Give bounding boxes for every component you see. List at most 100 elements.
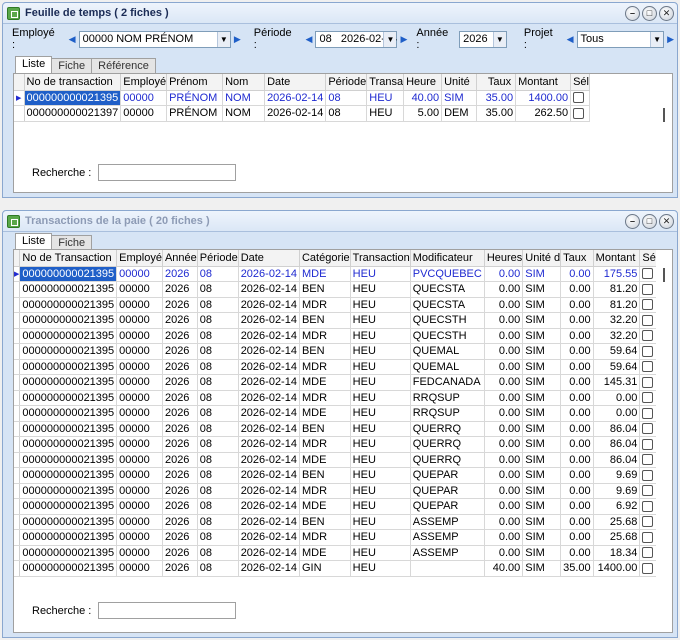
table-cell[interactable]: BEN [299,281,351,298]
table-cell[interactable]: 9.69 [593,467,641,484]
table-cell[interactable]: 59.64 [593,359,641,375]
column-header[interactable]: Taux [560,250,594,267]
tab-liste[interactable]: Liste [15,233,53,250]
table-cell[interactable]: 00000 [116,312,163,329]
table-cell[interactable]: 0.00 [484,529,524,546]
table-cell[interactable]: 00000 [116,514,163,530]
table-cell[interactable]: 000000000021395 [19,514,118,530]
table-row[interactable]: 000000000021395 00000 2026 08 2026-02-14 BEN H… [14,467,660,484]
table-row[interactable]: 000000000021395 00000 2026 08 2026-02-14 MDR H… [14,297,660,313]
table-cell[interactable]: 08 [197,328,239,344]
periode-combo[interactable]: 08 2026-02-14 ▼ [315,30,398,48]
table-cell[interactable]: QUERRQ [410,436,485,453]
table-cell[interactable]: NOM [222,105,266,122]
table-cell[interactable]: 00000 [120,105,168,122]
table-cell[interactable]: 2026-02-14 [238,421,300,437]
table-cell[interactable]: GIN [299,560,351,577]
table-cell[interactable]: HEU [350,421,411,437]
table-row[interactable]: 000000000021395 00000 2026 08 2026-02-14 BEN H… [14,281,660,298]
table-cell[interactable]: MDE [299,374,351,391]
table-cell[interactable]: SIM [522,281,562,298]
table-cell[interactable]: 00000 [116,359,163,375]
column-header[interactable]: Catégorie [299,250,351,267]
select-checkbox[interactable] [642,283,654,295]
table-cell[interactable]: 2026-02-14 [238,498,300,515]
table-cell[interactable]: 08 [197,545,239,561]
table-row[interactable]: 000000000021395 00000 2026 08 2026-02-14 MDR H… [14,390,660,406]
table-cell[interactable]: SIM [441,90,478,106]
table-cell[interactable]: 08 [197,436,239,453]
table-cell[interactable]: 59.64 [593,343,641,360]
table-cell[interactable]: 2026 [162,390,198,406]
table-cell[interactable]: SIM [522,545,562,561]
table-cell[interactable]: 2026 [162,374,198,391]
table-cell[interactable]: HEU [350,328,411,344]
chevron-down-icon[interactable]: ▼ [216,31,230,47]
maximize-icon[interactable]: □ [642,214,657,229]
table-cell[interactable]: 000000000021395 [19,266,118,282]
column-header[interactable]: Transaction [350,250,411,267]
table-cell[interactable]: 08 [197,421,239,437]
table-cell[interactable]: 08 [325,90,368,106]
table-cell[interactable]: 2026-02-14 [238,312,300,329]
table-cell[interactable]: 2026 [162,560,198,577]
table-cell[interactable]: 000000000021395 [19,297,118,313]
employe-next-arrow-icon[interactable]: ▶ [234,34,241,45]
table-cell[interactable] [410,560,485,577]
table-cell[interactable]: 81.20 [593,297,641,313]
table-row[interactable]: 000000000021395 00000 2026 08 2026-02-14 MDR H… [14,436,660,453]
table-cell[interactable]: 1400.00 [515,90,572,106]
select-checkbox[interactable] [642,547,654,559]
table-cell[interactable]: SIM [522,374,562,391]
table-cell[interactable]: MDE [299,266,351,282]
table-cell[interactable]: HEU [350,483,411,499]
table-cell[interactable]: FEDCANADA [410,374,485,391]
table-row[interactable]: ▶ 000000000021395 00000 PRÉNOM NOM 2026-02-14… [14,90,590,106]
table-cell[interactable]: 2026 [162,483,198,499]
close-icon[interactable]: ✕ [659,6,674,21]
select-checkbox[interactable] [573,107,585,119]
table-cell[interactable]: 0.00 [484,405,524,422]
table-cell[interactable]: 0.00 [560,359,594,375]
table-cell[interactable]: SIM [522,529,562,546]
table-cell[interactable]: 0.00 [560,514,594,530]
column-header[interactable]: Unité [441,74,478,91]
table-cell[interactable]: 0.00 [484,421,524,437]
table-cell[interactable]: 000000000021395 [19,560,118,577]
table-cell[interactable]: 0.00 [484,390,524,406]
table-cell[interactable]: 86.04 [593,436,641,453]
table-cell[interactable]: 2026-02-14 [238,560,300,577]
table-row[interactable]: 000000000021395 00000 2026 08 2026-02-14 MDR H… [14,359,660,375]
table-cell[interactable]: QUEPAR [410,467,485,484]
select-checkbox[interactable] [642,500,654,512]
table-cell[interactable]: ASSEMP [410,529,485,546]
table-cell[interactable]: 145.31 [593,374,641,391]
table-cell[interactable]: HEU [350,467,411,484]
table-cell[interactable]: 9.69 [593,483,641,499]
table-cell[interactable]: 0.00 [560,390,594,406]
table-cell[interactable]: PRÉNOM [166,90,224,106]
table-cell[interactable]: 2026-02-14 [264,90,327,106]
employe-combo[interactable]: 00000 NOM PRÉNOM ▼ [78,30,231,48]
table-cell[interactable]: 262.50 [515,105,572,122]
table-cell[interactable]: SIM [522,312,562,329]
table-cell[interactable]: SIM [522,328,562,344]
table-row[interactable]: 000000000021395 00000 2026 08 2026-02-14 BEN H… [14,514,660,530]
table-cell[interactable]: HEU [350,312,411,329]
table-cell[interactable]: 0.00 [560,452,594,468]
table-row[interactable]: 000000000021395 00000 2026 08 2026-02-14 MDE H… [14,545,660,561]
table-cell[interactable]: HEU [350,452,411,468]
table-cell[interactable]: HEU [350,281,411,298]
select-checkbox[interactable] [642,438,654,450]
table-cell[interactable]: 00000 [116,281,163,298]
table-cell[interactable]: 08 [197,312,239,329]
table-cell[interactable]: 2026-02-14 [238,436,300,453]
table-row[interactable]: 000000000021395 00000 2026 08 2026-02-14 MDE H… [14,498,660,515]
table-cell[interactable]: 2026-02-14 [238,328,300,344]
table-cell[interactable]: 000000000021395 [19,312,118,329]
table-cell[interactable]: SIM [522,483,562,499]
table-cell[interactable]: SIM [522,297,562,313]
table-cell[interactable]: BEN [299,312,351,329]
column-header[interactable]: Période [325,74,368,91]
table-row[interactable]: 000000000021395 00000 2026 08 2026-02-14 MDR H… [14,529,660,546]
